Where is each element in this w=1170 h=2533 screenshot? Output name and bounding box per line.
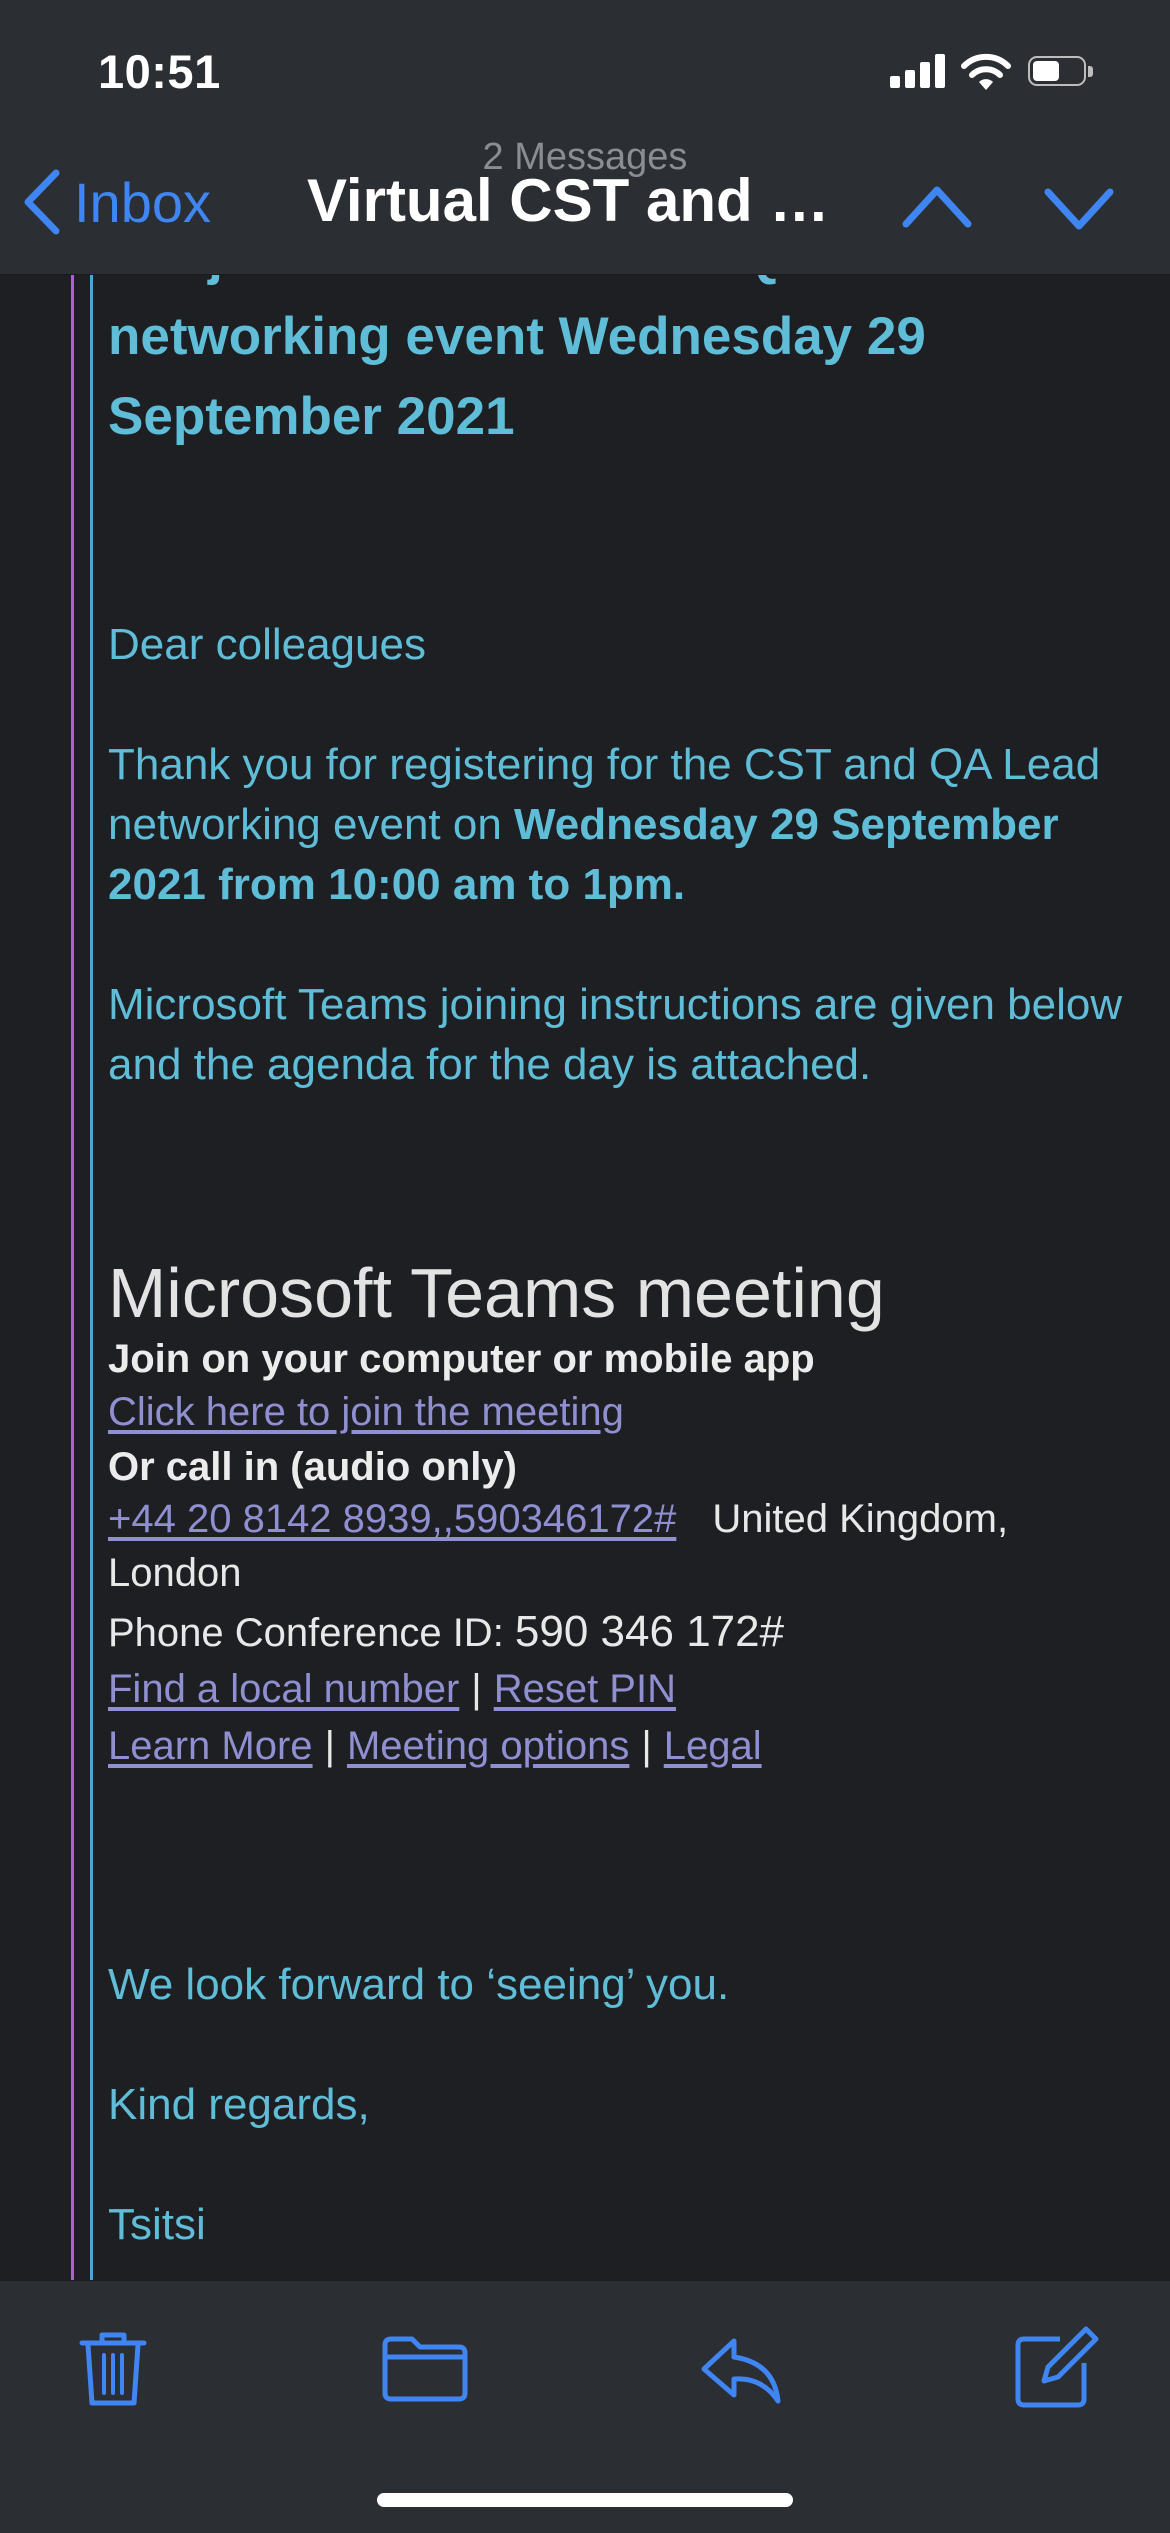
status-bar: 10:51 [0,0,1170,140]
subject-line-2: networking event Wednesday 29 [108,307,926,366]
greeting: Dear colleagues [108,620,426,669]
phone-number-link[interactable]: +44 20 8142 8939,,590346172# [108,1497,676,1541]
subject-line-1: Subject: Virtual CST and QA Lead [108,275,1108,297]
back-label: Inbox [74,170,211,234]
teams-meeting-heading: Microsoft Teams meeting [108,1254,885,1332]
separator: | [324,1724,335,1768]
sign-off: Kind regards, [108,2080,370,2129]
reply-icon[interactable] [696,2323,786,2413]
email-title: Virtual CST and QA Lead networking event… [307,167,867,234]
conference-id-row: Phone Conference ID: 590 346 172# [108,1605,1108,1660]
home-indicator[interactable] [377,2493,793,2507]
folder-icon[interactable] [380,2323,470,2413]
chevron-left-icon [24,169,60,235]
join-link-row: Click here to join the meeting [108,1385,1108,1439]
learn-more-link[interactable]: Learn More [108,1724,313,1768]
legal-link[interactable]: Legal [664,1724,762,1768]
conference-id-value: 590 346 172# [514,1607,785,1656]
back-to-inbox-button[interactable]: Inbox [22,162,252,242]
wifi-icon [961,53,1011,90]
join-label: Join on your computer or mobile app [108,1337,815,1381]
trash-icon[interactable] [68,2323,158,2413]
join-meeting-link[interactable]: Click here to join the meeting [108,1390,624,1434]
subject-line-3: September 2021 [108,387,515,446]
conference-id-label: Phone Conference ID: [108,1611,515,1655]
status-icons [890,52,1110,96]
quote-bar-inner [90,275,93,2280]
reset-pin-link[interactable]: Reset PIN [494,1667,676,1711]
find-local-number-link[interactable]: Find a local number [108,1667,459,1711]
separator: | [641,1724,652,1768]
call-in-label: Or call in (audio only) [108,1445,517,1489]
cellular-signal-icon [890,52,946,96]
battery-icon [1028,56,1094,88]
previous-message-chevron-up-icon[interactable] [900,170,974,244]
links-row-2: Learn More | Meeting options | Legal [108,1719,1108,1773]
separator: | [471,1667,482,1711]
next-message-chevron-down-icon[interactable] [1042,170,1116,244]
thanks-paragraph: Thank you for registering for the CST an… [108,735,1138,915]
email-subject: Subject: Virtual CST and QA Lead network… [108,275,1108,457]
meeting-options-link[interactable]: Meeting options [347,1724,629,1768]
nav-bar: 2 Messages Inbox Virtual CST and QA Lead… [0,136,1170,275]
closing-line: We look forward to ‘seeing’ you. [108,1960,730,2009]
phone-row: +44 20 8142 8939,,590346172# United Kingd… [108,1492,1108,1600]
instructions-paragraph: Microsoft Teams joining instructions are… [108,980,1123,1089]
compose-icon[interactable] [1010,2323,1100,2413]
email-body[interactable]: Subject: Virtual CST and QA Lead network… [0,275,1170,2280]
signature: Tsitsi [108,2200,206,2249]
quote-bar-outer [71,275,74,2280]
status-time: 10:51 [98,45,221,98]
links-row-1: Find a local number | Reset PIN [108,1662,1108,1716]
